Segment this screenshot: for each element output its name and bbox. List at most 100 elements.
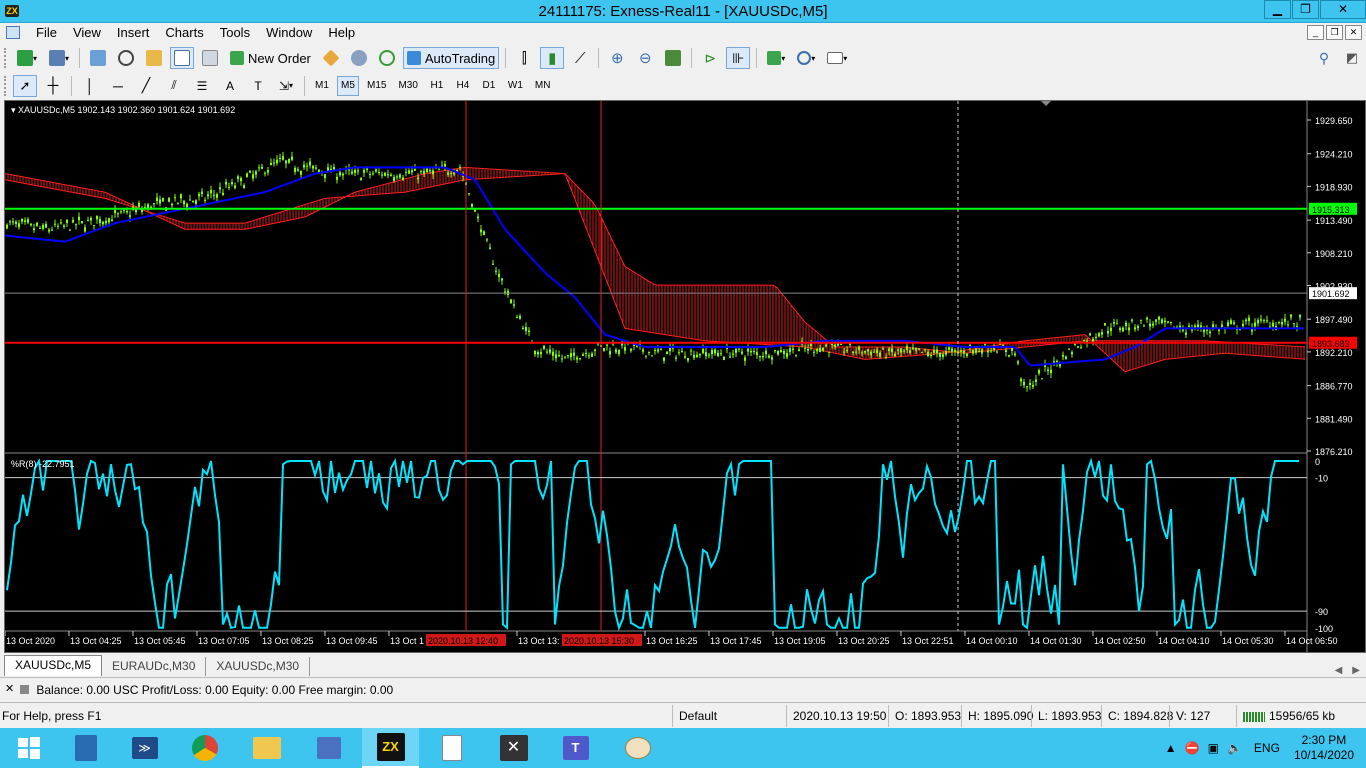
vertical-line-icon[interactable]: │ [78, 75, 102, 97]
fibonacci-icon[interactable]: ☰ [190, 75, 214, 97]
timeframe-d1[interactable]: D1 [478, 76, 500, 96]
text-label-icon[interactable]: T [246, 75, 270, 97]
timeframe-m15[interactable]: M15 [363, 76, 390, 96]
time-tick-label: 13 Oct 08:25 [262, 636, 314, 646]
start-button[interactable] [0, 728, 57, 768]
toolbar-separator [79, 48, 81, 68]
trendline-icon[interactable]: ╱ [134, 75, 158, 97]
timeframe-m5[interactable]: M5 [337, 75, 359, 96]
tab-scroll-left-icon[interactable]: ◀ [1331, 665, 1347, 676]
clock[interactable]: 2:30 PM 10/14/2020 [1294, 733, 1354, 763]
tab-scroll-right-icon[interactable]: ▶ [1346, 665, 1366, 676]
menu-file[interactable]: File [28, 25, 65, 41]
navigator-icon[interactable] [142, 47, 166, 69]
tile-windows-icon[interactable] [661, 47, 685, 69]
arrows-icon[interactable]: ⇲ ▾ [274, 75, 298, 97]
search-icon[interactable]: ⚲ [1312, 47, 1336, 69]
zoom-in-icon[interactable]: ⊕ [605, 47, 629, 69]
price-tick-label: 1913.490 [1315, 216, 1353, 226]
equidistant-channel-icon[interactable]: ⫽ [162, 75, 186, 97]
clock-date: 10/14/2020 [1293, 748, 1354, 762]
menu-view[interactable]: View [65, 25, 109, 41]
restore-button[interactable]: ❐ [1292, 0, 1319, 19]
price-chart[interactable]: 1929.650 1924.210 1918.930 1913.490 1908.210… [5, 101, 1365, 652]
toolbar-grip[interactable] [4, 48, 8, 68]
tray-expand-icon[interactable]: ▲ [1165, 741, 1177, 755]
mdi-close-button[interactable]: ✕ [1345, 25, 1362, 40]
teams-icon[interactable]: T [547, 728, 604, 768]
chart-window[interactable]: 1929.650 1924.210 1918.930 1913.490 1908.210… [4, 100, 1366, 653]
time-tick-label: 14 Oct 05:30 [1222, 636, 1274, 646]
bar-chart-icon[interactable]: ⫿ [512, 47, 536, 69]
cursor-icon[interactable]: ➚ [13, 74, 37, 97]
periods-icon[interactable]: ▾ [793, 47, 819, 69]
chat-icon[interactable]: ◩ [1340, 47, 1364, 69]
toolbar-separator [71, 75, 72, 96]
exness-app-icon[interactable]: ✕ [485, 728, 542, 768]
templates-icon[interactable]: ▾ [823, 47, 851, 69]
wr-tick-label: -90 [1315, 607, 1328, 617]
tab-xauusdc-m5[interactable]: XAUUSDc,M5 [4, 655, 103, 676]
time-tick-label: 13 Oct 09:45 [326, 636, 378, 646]
file-manager-icon[interactable] [57, 728, 114, 768]
autotrading-button[interactable]: AutoTrading [402, 47, 500, 69]
network-tray-icon[interactable]: ▣ [1208, 741, 1219, 755]
timeframe-h1[interactable]: H1 [426, 76, 448, 96]
timeframe-m30[interactable]: M30 [394, 76, 421, 96]
menu-insert[interactable]: Insert [109, 25, 158, 41]
system-tray: ▲ ⛔ ▣ 🔈 ENG 2:30 PM 10/14/2020 [1161, 728, 1366, 768]
signals-icon[interactable] [375, 47, 399, 69]
window-title: 24111175: Exness-Real11 - [XAUUSDc,M5] [538, 3, 828, 20]
market-watch-icon[interactable] [86, 47, 110, 69]
price-tick-label: 1908.210 [1315, 249, 1353, 259]
exness-terminal-icon[interactable]: ZX [362, 728, 419, 768]
terminal-icon[interactable] [170, 47, 195, 69]
toolbar-separator [304, 75, 305, 96]
timeframe-mn[interactable]: MN [531, 76, 555, 96]
chrome-icon[interactable] [176, 728, 233, 768]
crosshair-icon[interactable]: ┼ [41, 75, 65, 97]
auto-scroll-icon[interactable]: ⊳ [698, 47, 722, 69]
security-alert-icon[interactable]: ⛔ [1185, 741, 1200, 755]
timeframe-m1[interactable]: M1 [311, 76, 333, 96]
paint-icon[interactable] [609, 728, 666, 768]
community-icon[interactable] [347, 47, 371, 69]
timeframe-w1[interactable]: W1 [504, 76, 527, 96]
horizontal-line-icon[interactable]: ─ [106, 75, 130, 97]
zoom-out-icon[interactable]: ⊖ [633, 47, 657, 69]
new-chart-icon[interactable]: ▾ [13, 47, 41, 69]
text-icon[interactable]: A [218, 75, 242, 97]
new-order-button[interactable]: New Order [226, 47, 315, 69]
profiles-icon[interactable]: ▾ [45, 47, 73, 69]
minimize-button[interactable]: ▁ [1264, 0, 1291, 19]
menu-help[interactable]: Help [320, 25, 363, 41]
powershell-icon[interactable]: ≫ [116, 728, 173, 768]
language-indicator[interactable]: ENG [1254, 741, 1280, 755]
metaeditor-icon[interactable] [319, 47, 343, 69]
network-icon[interactable] [300, 728, 357, 768]
line-chart-icon[interactable]: ⟋ [568, 47, 592, 69]
timeframe-h4[interactable]: H4 [452, 76, 474, 96]
mdi-restore-button[interactable]: ❐ [1326, 25, 1343, 40]
document-icon[interactable] [423, 728, 480, 768]
chart-shift-icon[interactable]: ⊪ [726, 47, 751, 69]
terminal-close-icon[interactable]: ✕ [5, 682, 14, 695]
mdi-minimize-button[interactable]: _ [1307, 25, 1324, 40]
candlestick-icon[interactable]: ▮ [540, 47, 565, 69]
data-window-icon[interactable] [114, 47, 138, 69]
tab-xauusdc-m30[interactable]: XAUUSDc,M30 [206, 657, 311, 676]
toolbar-grip[interactable] [4, 75, 8, 96]
time-tick-label: 14 Oct 02:50 [1094, 636, 1146, 646]
price-tick-label: 1886.770 [1315, 382, 1353, 392]
close-button[interactable]: ✕ [1320, 0, 1366, 19]
volume-icon[interactable]: 🔈 [1227, 741, 1242, 755]
menu-window[interactable]: Window [258, 25, 320, 41]
tab-euraudc-m30[interactable]: EURAUDc,M30 [102, 657, 207, 676]
indicators-icon[interactable]: ▾ [763, 47, 789, 69]
explorer-icon[interactable] [238, 728, 295, 768]
chart-window-icon[interactable] [6, 26, 20, 39]
menu-tools[interactable]: Tools [212, 25, 258, 41]
strategy-tester-icon[interactable] [198, 47, 222, 69]
status-datetime: 2020.10.13 19:50 [786, 705, 892, 727]
menu-charts[interactable]: Charts [157, 25, 211, 41]
